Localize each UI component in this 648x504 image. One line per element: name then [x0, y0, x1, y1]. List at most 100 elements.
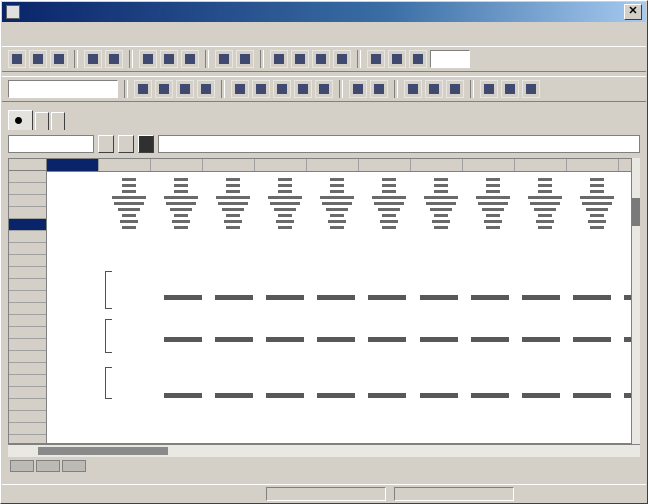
row-header[interactable]	[9, 411, 46, 423]
row-header[interactable]	[9, 375, 46, 387]
row-header[interactable]	[9, 423, 46, 435]
data-cell[interactable]	[208, 393, 259, 399]
data-cell[interactable]	[157, 337, 208, 343]
column-header[interactable]	[567, 159, 619, 171]
data-cell[interactable]	[362, 295, 413, 301]
data-cell[interactable]	[618, 295, 631, 301]
data-cell[interactable]	[567, 337, 618, 343]
data-cell[interactable]	[208, 337, 259, 343]
title-bar[interactable]: ✕	[2, 2, 646, 22]
italic-icon[interactable]	[388, 50, 406, 68]
data-cell[interactable]	[464, 295, 515, 301]
row-header[interactable]	[9, 303, 46, 315]
column-header[interactable]	[151, 159, 203, 171]
undo-icon[interactable]	[215, 50, 233, 68]
preview-icon[interactable]	[105, 50, 123, 68]
row-header[interactable]	[9, 327, 46, 339]
sheet-tab[interactable]	[36, 460, 60, 472]
increase-decimal-icon[interactable]	[294, 80, 312, 98]
row-header[interactable]	[9, 363, 46, 375]
sheet-tab[interactable]	[10, 460, 34, 472]
tab-2[interactable]	[35, 112, 49, 130]
sheet-tab[interactable]	[62, 460, 86, 472]
data-cell[interactable]	[259, 393, 310, 399]
row-header[interactable]	[9, 399, 46, 411]
data-cell[interactable]	[567, 295, 618, 301]
row-header[interactable]	[9, 351, 46, 363]
cut-icon[interactable]	[139, 50, 157, 68]
data-cell[interactable]	[413, 393, 464, 399]
new-icon[interactable]	[8, 50, 26, 68]
data-cell[interactable]	[362, 393, 413, 399]
column-header[interactable]	[99, 159, 151, 171]
percent-icon[interactable]	[252, 80, 270, 98]
data-cell[interactable]	[259, 295, 310, 301]
data-cell[interactable]	[567, 393, 618, 399]
outdent-icon[interactable]	[370, 80, 388, 98]
redo-icon[interactable]	[236, 50, 254, 68]
column-header[interactable]	[463, 159, 515, 171]
row-header[interactable]	[9, 339, 46, 351]
column-header[interactable]	[255, 159, 307, 171]
horizontal-scroll-thumb[interactable]	[38, 447, 168, 455]
chart-icon[interactable]	[333, 50, 351, 68]
column-header[interactable]	[411, 159, 463, 171]
row-header[interactable]	[9, 387, 46, 399]
merge-icon[interactable]	[197, 80, 215, 98]
data-cell[interactable]	[515, 337, 566, 343]
sort-descending-icon[interactable]	[312, 50, 330, 68]
sum-icon[interactable]	[270, 50, 288, 68]
column-header[interactable]	[47, 159, 99, 171]
data-cell[interactable]	[618, 337, 631, 343]
data-cell[interactable]	[362, 337, 413, 343]
row-header[interactable]	[9, 291, 46, 303]
row-header[interactable]	[9, 219, 46, 231]
sort-ascending-icon[interactable]	[291, 50, 309, 68]
indent-icon[interactable]	[349, 80, 367, 98]
row-header[interactable]	[9, 243, 46, 255]
bold-icon[interactable]	[367, 50, 385, 68]
row-header[interactable]	[9, 267, 46, 279]
row-header[interactable]	[9, 195, 46, 207]
data-cell[interactable]	[311, 337, 362, 343]
data-cell[interactable]	[464, 337, 515, 343]
underline-icon[interactable]	[409, 50, 427, 68]
column-header[interactable]	[307, 159, 359, 171]
row-header[interactable]	[9, 435, 46, 443]
column-header[interactable]	[515, 159, 567, 171]
cancel-edit-icon[interactable]	[98, 135, 114, 153]
column-header[interactable]	[203, 159, 255, 171]
horizontal-scrollbar[interactable]	[8, 444, 640, 457]
data-cell[interactable]	[208, 295, 259, 301]
data-cell[interactable]	[311, 295, 362, 301]
font-color-icon[interactable]	[446, 80, 464, 98]
save-icon[interactable]	[50, 50, 68, 68]
confirm-edit-icon[interactable]	[118, 135, 134, 153]
data-cell[interactable]	[157, 393, 208, 399]
copy-icon[interactable]	[160, 50, 178, 68]
currency-icon[interactable]	[231, 80, 249, 98]
tab-1[interactable]	[8, 110, 33, 130]
vertical-scrollbar[interactable]	[631, 158, 640, 444]
comma-icon[interactable]	[273, 80, 291, 98]
grid-cells[interactable]	[47, 171, 631, 443]
data-cell[interactable]	[259, 337, 310, 343]
row-header[interactable]	[9, 279, 46, 291]
name-box[interactable]	[8, 135, 94, 153]
align-center-icon[interactable]	[155, 80, 173, 98]
vertical-scroll-thumb[interactable]	[632, 198, 640, 226]
open-icon[interactable]	[29, 50, 47, 68]
filter-icon[interactable]	[501, 80, 519, 98]
close-button[interactable]: ✕	[624, 4, 642, 20]
align-left-icon[interactable]	[134, 80, 152, 98]
data-cell[interactable]	[618, 393, 631, 399]
row-header[interactable]	[9, 231, 46, 243]
formula-input[interactable]	[158, 135, 640, 153]
row-header[interactable]	[9, 255, 46, 267]
paste-icon[interactable]	[181, 50, 199, 68]
print-icon[interactable]	[84, 50, 102, 68]
align-right-icon[interactable]	[176, 80, 194, 98]
row-header[interactable]	[9, 171, 46, 183]
row-header[interactable]	[9, 207, 46, 219]
drawing-icon[interactable]	[522, 80, 540, 98]
